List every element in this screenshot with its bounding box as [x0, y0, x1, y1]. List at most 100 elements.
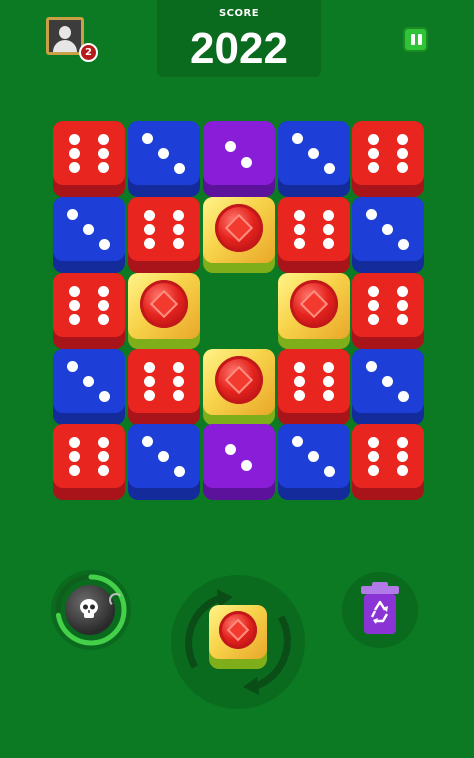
- die-pip: [368, 286, 379, 297]
- die-pip: [397, 148, 408, 159]
- gem-icon: [215, 356, 263, 404]
- die-pip: [69, 148, 80, 159]
- die-pip: [397, 437, 408, 448]
- die-pip: [173, 362, 184, 373]
- die-pip: [225, 141, 236, 152]
- die-pip: [174, 466, 185, 477]
- red-die-6[interactable]: [128, 349, 200, 425]
- die-pip: [397, 134, 408, 145]
- die-pip: [398, 391, 409, 402]
- die-pip: [368, 451, 379, 462]
- die-pip: [294, 362, 305, 373]
- red-die-6[interactable]: [278, 197, 350, 273]
- die-pip: [174, 163, 185, 174]
- blue-die-3[interactable]: [352, 349, 424, 425]
- die-pip: [366, 361, 377, 372]
- die-pip: [324, 163, 335, 174]
- die-pip: [241, 157, 252, 168]
- red-die-6[interactable]: [352, 424, 424, 500]
- gem-tile[interactable]: [203, 197, 275, 273]
- die-pip: [98, 286, 109, 297]
- die-pip: [368, 162, 379, 173]
- die-pip: [368, 437, 379, 448]
- red-die-6[interactable]: [53, 121, 125, 197]
- die-pip: [294, 390, 305, 401]
- die-pip: [98, 134, 109, 145]
- die-pip: [158, 148, 169, 159]
- blue-die-3[interactable]: [278, 121, 350, 197]
- recycle-bin-icon: [361, 582, 399, 634]
- die-pip: [173, 224, 184, 235]
- die-pip: [308, 451, 319, 462]
- die-pip: [144, 362, 155, 373]
- die-pip: [173, 390, 184, 401]
- die-pip: [323, 238, 334, 249]
- die-pip: [69, 286, 80, 297]
- die-pip: [398, 239, 409, 250]
- die-pip: [98, 314, 109, 325]
- red-die-6[interactable]: [53, 273, 125, 349]
- die-pip: [323, 376, 334, 387]
- gem-tile[interactable]: [278, 273, 350, 349]
- die-pip: [397, 314, 408, 325]
- purple-die-2[interactable]: [203, 121, 275, 197]
- purple-die-2[interactable]: [203, 424, 275, 500]
- die-pip: [69, 314, 80, 325]
- die-pip: [98, 162, 109, 173]
- blue-die-3[interactable]: [278, 424, 350, 500]
- gem-icon: [140, 280, 188, 328]
- die-pip: [142, 133, 153, 144]
- red-die-6[interactable]: [352, 121, 424, 197]
- blue-die-3[interactable]: [352, 197, 424, 273]
- blue-die-3[interactable]: [128, 424, 200, 500]
- gem-icon: [290, 280, 338, 328]
- die-pip: [366, 209, 377, 220]
- die-pip: [397, 300, 408, 311]
- die-pip: [158, 451, 169, 462]
- blue-die-3[interactable]: [53, 349, 125, 425]
- die-pip: [99, 239, 110, 250]
- die-pip: [397, 162, 408, 173]
- die-pip: [98, 437, 109, 448]
- gem-tile[interactable]: [128, 273, 200, 349]
- die-pip: [241, 460, 252, 471]
- die-pip: [98, 465, 109, 476]
- die-pip: [173, 376, 184, 387]
- gem-tile[interactable]: [203, 349, 275, 425]
- die-pip: [225, 444, 236, 455]
- die-pip: [69, 300, 80, 311]
- die-pip: [83, 224, 94, 235]
- die-pip: [144, 376, 155, 387]
- die-pip: [67, 209, 78, 220]
- die-pip: [83, 376, 94, 387]
- die-pip: [144, 224, 155, 235]
- die-pip: [142, 436, 153, 447]
- bomb-booster-button[interactable]: [51, 570, 131, 650]
- die-pip: [98, 148, 109, 159]
- die-pip: [323, 224, 334, 235]
- die-pip: [144, 238, 155, 249]
- next-piece-gem-tile[interactable]: [209, 605, 267, 669]
- die-pip: [173, 210, 184, 221]
- die-pip: [294, 210, 305, 221]
- die-pip: [144, 210, 155, 221]
- gem-icon: [215, 204, 263, 252]
- red-die-6[interactable]: [352, 273, 424, 349]
- swap-piece-button[interactable]: [171, 575, 305, 709]
- die-pip: [368, 314, 379, 325]
- red-die-6[interactable]: [53, 424, 125, 500]
- die-pip: [98, 451, 109, 462]
- die-pip: [292, 436, 303, 447]
- skull-icon: [80, 599, 98, 618]
- die-pip: [368, 465, 379, 476]
- die-pip: [397, 451, 408, 462]
- recycle-bin-button[interactable]: [342, 572, 418, 648]
- red-die-6[interactable]: [128, 197, 200, 273]
- blue-die-3[interactable]: [128, 121, 200, 197]
- die-pip: [397, 465, 408, 476]
- blue-die-3[interactable]: [53, 197, 125, 273]
- die-pip: [69, 465, 80, 476]
- die-pip: [382, 224, 393, 235]
- red-die-6[interactable]: [278, 349, 350, 425]
- die-pip: [368, 148, 379, 159]
